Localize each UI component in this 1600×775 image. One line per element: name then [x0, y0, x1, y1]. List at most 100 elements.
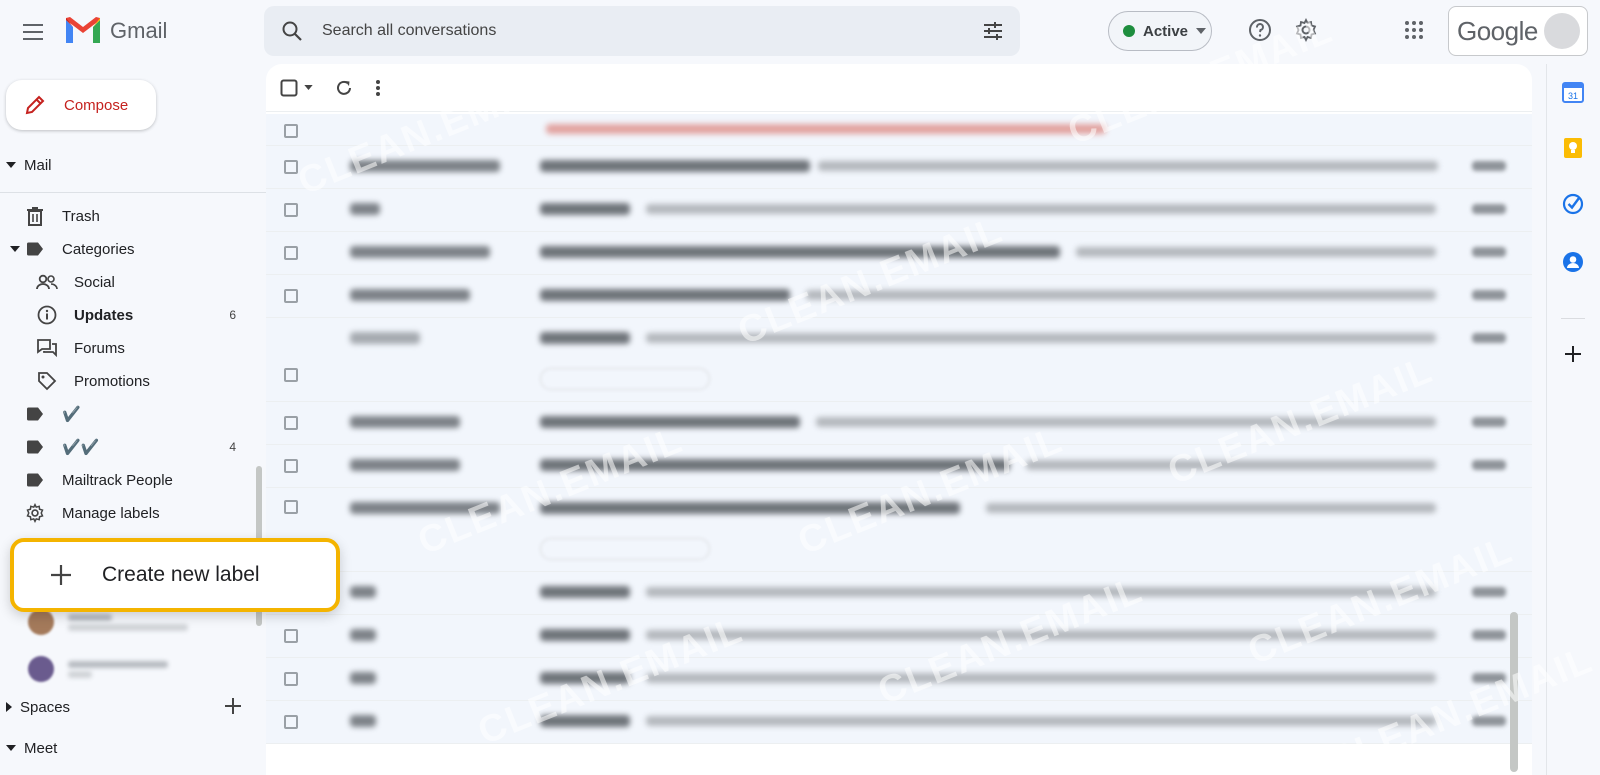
row-checkbox[interactable]: [284, 715, 298, 729]
label-icon: [27, 242, 43, 256]
spaces-section-toggle[interactable]: Spaces: [0, 693, 70, 721]
row-checkbox[interactable]: [284, 368, 298, 382]
account-switcher[interactable]: Google: [1448, 6, 1588, 56]
sidebar-item-manage-labels[interactable]: Manage labels: [0, 497, 256, 529]
row-checkbox[interactable]: [284, 246, 298, 260]
status-dot-icon: [1123, 25, 1135, 37]
main-menu-button[interactable]: [14, 12, 54, 52]
sidebar-item-label: ✔️✔️: [62, 439, 100, 456]
chat-contact[interactable]: [28, 651, 228, 687]
apps-button[interactable]: [1400, 16, 1428, 44]
row-subject: [540, 332, 630, 344]
sidebar-item-social[interactable]: Social: [0, 266, 256, 298]
label-icon: [27, 473, 43, 487]
avatar: [1543, 13, 1580, 49]
table-row[interactable]: [266, 615, 1532, 658]
row-checkbox[interactable]: [284, 459, 298, 473]
row-subject: [540, 459, 1010, 471]
search-options-icon[interactable]: [982, 20, 1004, 42]
plus-icon: [51, 565, 71, 585]
sidebar-item-categories[interactable]: Categories: [0, 233, 256, 265]
row-date: [1472, 247, 1506, 257]
unread-count: 6: [229, 308, 236, 322]
row-subject: [540, 672, 630, 684]
hamburger-icon: [23, 24, 43, 40]
table-row[interactable]: [266, 146, 1532, 189]
search-bar[interactable]: [264, 6, 1020, 56]
table-row[interactable]: [266, 572, 1532, 615]
contacts-app-button[interactable]: [1561, 250, 1585, 274]
avatar: [28, 656, 54, 682]
refresh-button[interactable]: [335, 79, 353, 97]
status-selector[interactable]: Active: [1108, 11, 1212, 51]
row-checkbox[interactable]: [284, 416, 298, 430]
chevron-down-icon: [1196, 28, 1207, 34]
caret-down-icon: [6, 162, 16, 168]
sidebar-item-forums[interactable]: Forums: [0, 332, 256, 364]
row-sender: [350, 289, 470, 301]
search-input[interactable]: [322, 6, 922, 56]
table-row[interactable]: [266, 232, 1532, 275]
row-date: [1472, 716, 1506, 726]
attachment-chip[interactable]: [540, 368, 710, 390]
create-new-label-button[interactable]: Create new label: [10, 538, 340, 612]
table-row[interactable]: [266, 445, 1532, 488]
forum-icon: [37, 339, 57, 357]
tag-icon: [38, 372, 57, 391]
more-options-button[interactable]: [375, 79, 381, 97]
list-scrollbar[interactable]: [1510, 612, 1518, 772]
row-checkbox[interactable]: [284, 629, 298, 643]
row-checkbox[interactable]: [284, 203, 298, 217]
search-icon[interactable]: [280, 19, 304, 43]
row-checkbox[interactable]: [284, 500, 298, 514]
contacts-icon: [1563, 252, 1583, 272]
table-row[interactable]: [266, 114, 1532, 146]
sidebar-item-trash[interactable]: Trash: [0, 200, 256, 232]
gmail-logo[interactable]: Gmail: [64, 16, 167, 45]
sidebar-item-check-label[interactable]: ✔️: [0, 398, 256, 430]
help-button[interactable]: [1246, 16, 1274, 44]
top-header: Gmail Active Google: [0, 0, 1600, 64]
row-sender: [350, 160, 500, 172]
row-snippet: [806, 290, 1436, 300]
tasks-app-button[interactable]: [1561, 192, 1585, 216]
trash-icon: [27, 207, 43, 226]
row-date: [1472, 587, 1506, 597]
row-checkbox[interactable]: [284, 672, 298, 686]
compose-button[interactable]: Compose: [6, 80, 156, 130]
calendar-app-button[interactable]: 31: [1561, 80, 1585, 104]
sidebar: Compose Mail Trash Categories Social Upd…: [0, 64, 266, 775]
mail-section-label: Mail: [24, 156, 52, 174]
attachment-chip[interactable]: [540, 538, 710, 560]
sidebar-item-label: Mailtrack People: [62, 471, 173, 489]
sidebar-item-double-check-label[interactable]: ✔️✔️ 4: [0, 431, 256, 463]
row-sender: [350, 586, 376, 598]
table-row[interactable]: [266, 658, 1532, 701]
meet-section-toggle[interactable]: Meet: [0, 734, 57, 762]
table-row[interactable]: [266, 488, 1532, 572]
select-all-checkbox[interactable]: [280, 79, 313, 97]
table-row[interactable]: [266, 275, 1532, 318]
add-space-icon[interactable]: [224, 697, 242, 715]
mail-section-toggle[interactable]: Mail: [0, 151, 52, 179]
row-checkbox[interactable]: [284, 289, 298, 303]
row-snippet: [646, 333, 1436, 343]
table-row[interactable]: [266, 318, 1532, 402]
keep-app-button[interactable]: [1561, 136, 1585, 160]
get-addons-button[interactable]: [1561, 342, 1585, 366]
table-row[interactable]: [266, 189, 1532, 232]
google-wordmark: Google: [1457, 15, 1538, 46]
message-list: [266, 114, 1532, 774]
calendar-icon: 31: [1562, 82, 1584, 103]
row-checkbox[interactable]: [284, 160, 298, 174]
row-subject: [540, 203, 630, 215]
settings-button[interactable]: [1292, 16, 1320, 44]
sidebar-item-promotions[interactable]: Promotions: [0, 365, 256, 397]
table-row[interactable]: [266, 402, 1532, 445]
sidebar-item-mailtrack-people[interactable]: Mailtrack People: [0, 464, 256, 496]
row-sender: [350, 416, 460, 428]
more-vert-icon: [376, 79, 380, 96]
sidebar-item-updates[interactable]: Updates 6: [0, 299, 256, 331]
table-row[interactable]: [266, 701, 1532, 744]
row-checkbox[interactable]: [284, 124, 298, 138]
